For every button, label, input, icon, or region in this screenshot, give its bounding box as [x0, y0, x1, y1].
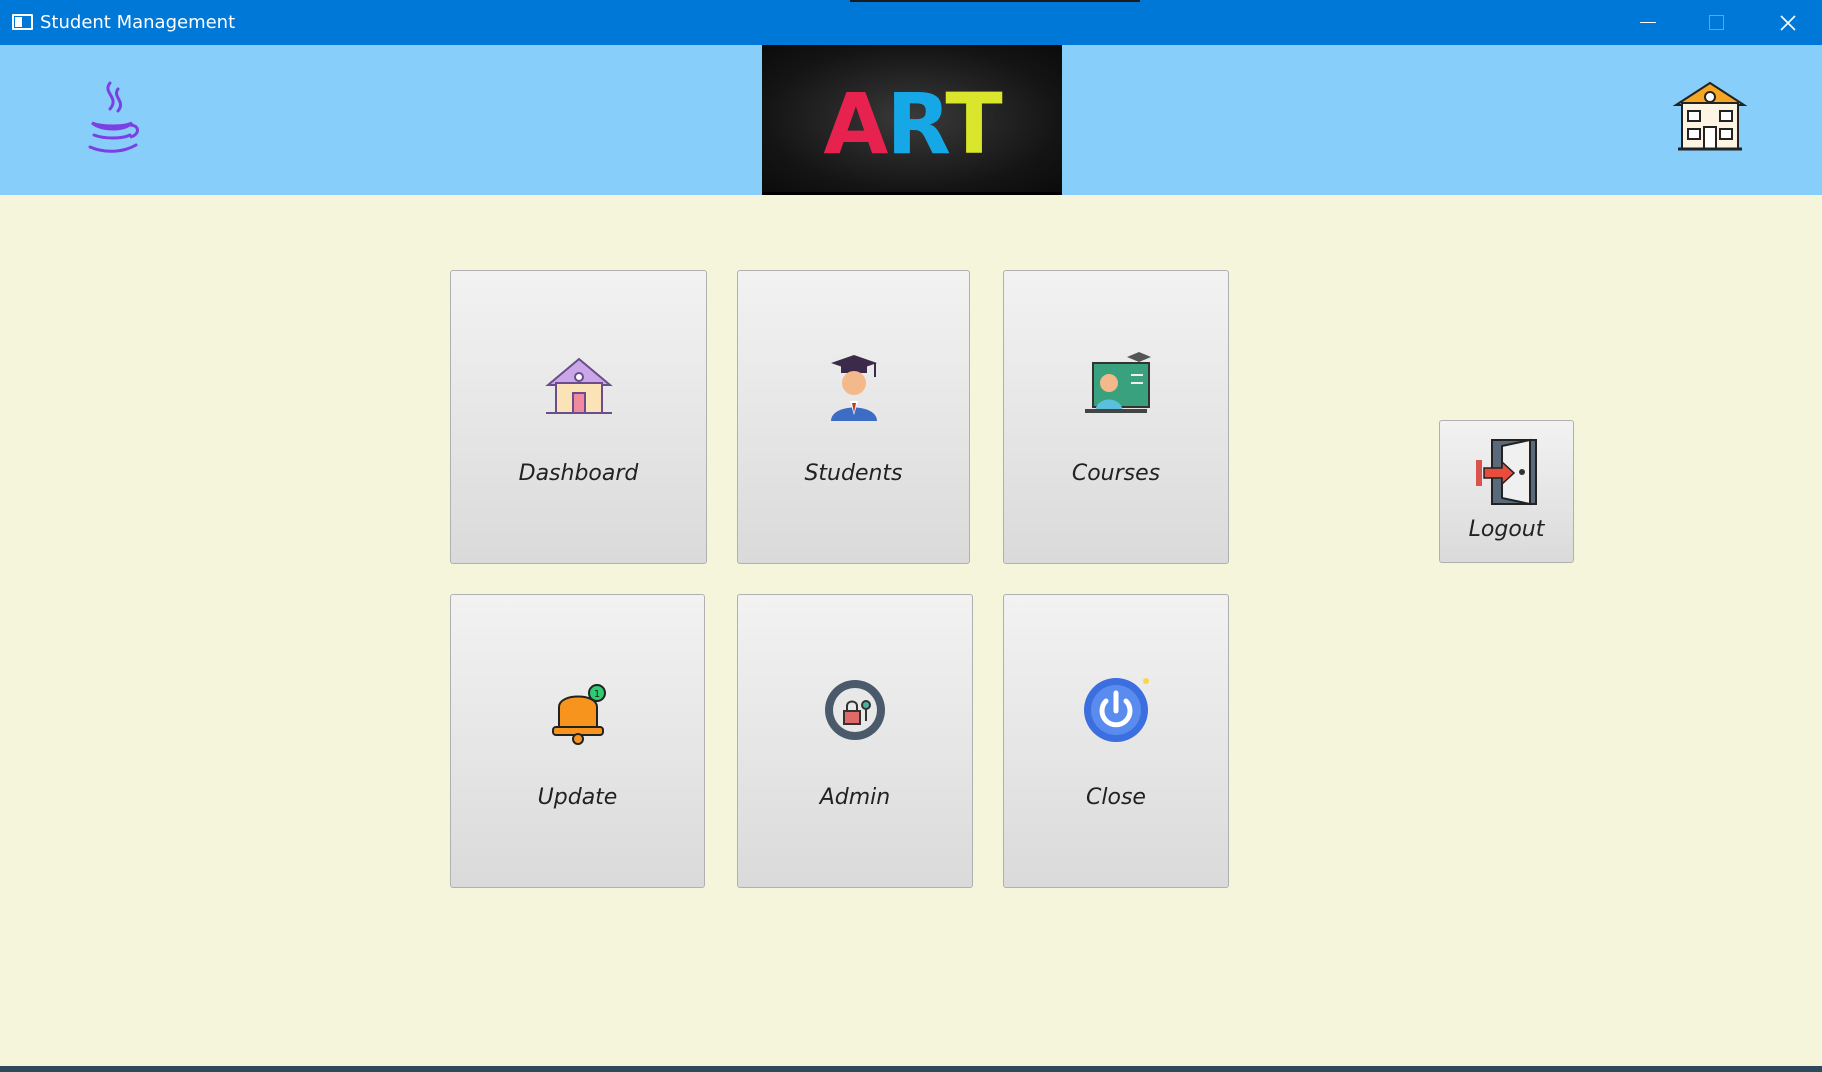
maximize-icon: [1708, 15, 1724, 30]
close-icon: [1780, 14, 1796, 31]
svg-text:1: 1: [593, 689, 599, 700]
courses-label: Courses: [1071, 461, 1161, 486]
banner-letter-r: R: [886, 75, 947, 173]
window-titlebar: Student Management: [0, 0, 1822, 45]
close-window-button[interactable]: [1754, 0, 1822, 45]
dashboard-label: Dashboard: [518, 461, 639, 486]
graduate-student-icon: [830, 355, 877, 421]
students-label: Students: [804, 461, 903, 486]
logout-button[interactable]: Logout: [1439, 420, 1574, 563]
students-button[interactable]: Students: [737, 270, 970, 564]
close-label: Close: [1086, 785, 1146, 810]
window-bottom-edge: [0, 1066, 1822, 1072]
power-icon: [1084, 678, 1149, 742]
window-title: Student Management: [40, 12, 236, 33]
maximize-button[interactable]: [1682, 0, 1750, 45]
window-app-icon: [12, 14, 33, 30]
minimize-button[interactable]: [1614, 0, 1682, 45]
dashboard-button[interactable]: Dashboard: [450, 270, 707, 564]
gear-lock-icon: [825, 680, 885, 740]
teacher-board-icon: [1085, 352, 1151, 413]
notification-bell-icon: 1: [551, 684, 606, 745]
exit-door-icon: [1475, 438, 1537, 506]
banner-letter-t: T: [945, 75, 1002, 173]
banner-letter-a: A: [823, 75, 888, 173]
school-building-icon: [1672, 81, 1748, 151]
house-icon: [544, 357, 613, 414]
minimize-icon: [1640, 21, 1656, 24]
close-button[interactable]: Close: [1003, 594, 1229, 888]
update-button[interactable]: 1 Update: [450, 594, 705, 888]
titlebar-accent-line: [850, 0, 1140, 2]
art-banner-logo: ART: [762, 45, 1062, 195]
admin-label: Admin: [819, 785, 891, 810]
logout-label: Logout: [1468, 517, 1545, 542]
courses-button[interactable]: Courses: [1003, 270, 1229, 564]
admin-button[interactable]: Admin: [737, 594, 973, 888]
update-label: Update: [537, 785, 618, 810]
app-header: ART: [0, 45, 1822, 195]
java-logo: [88, 81, 139, 153]
